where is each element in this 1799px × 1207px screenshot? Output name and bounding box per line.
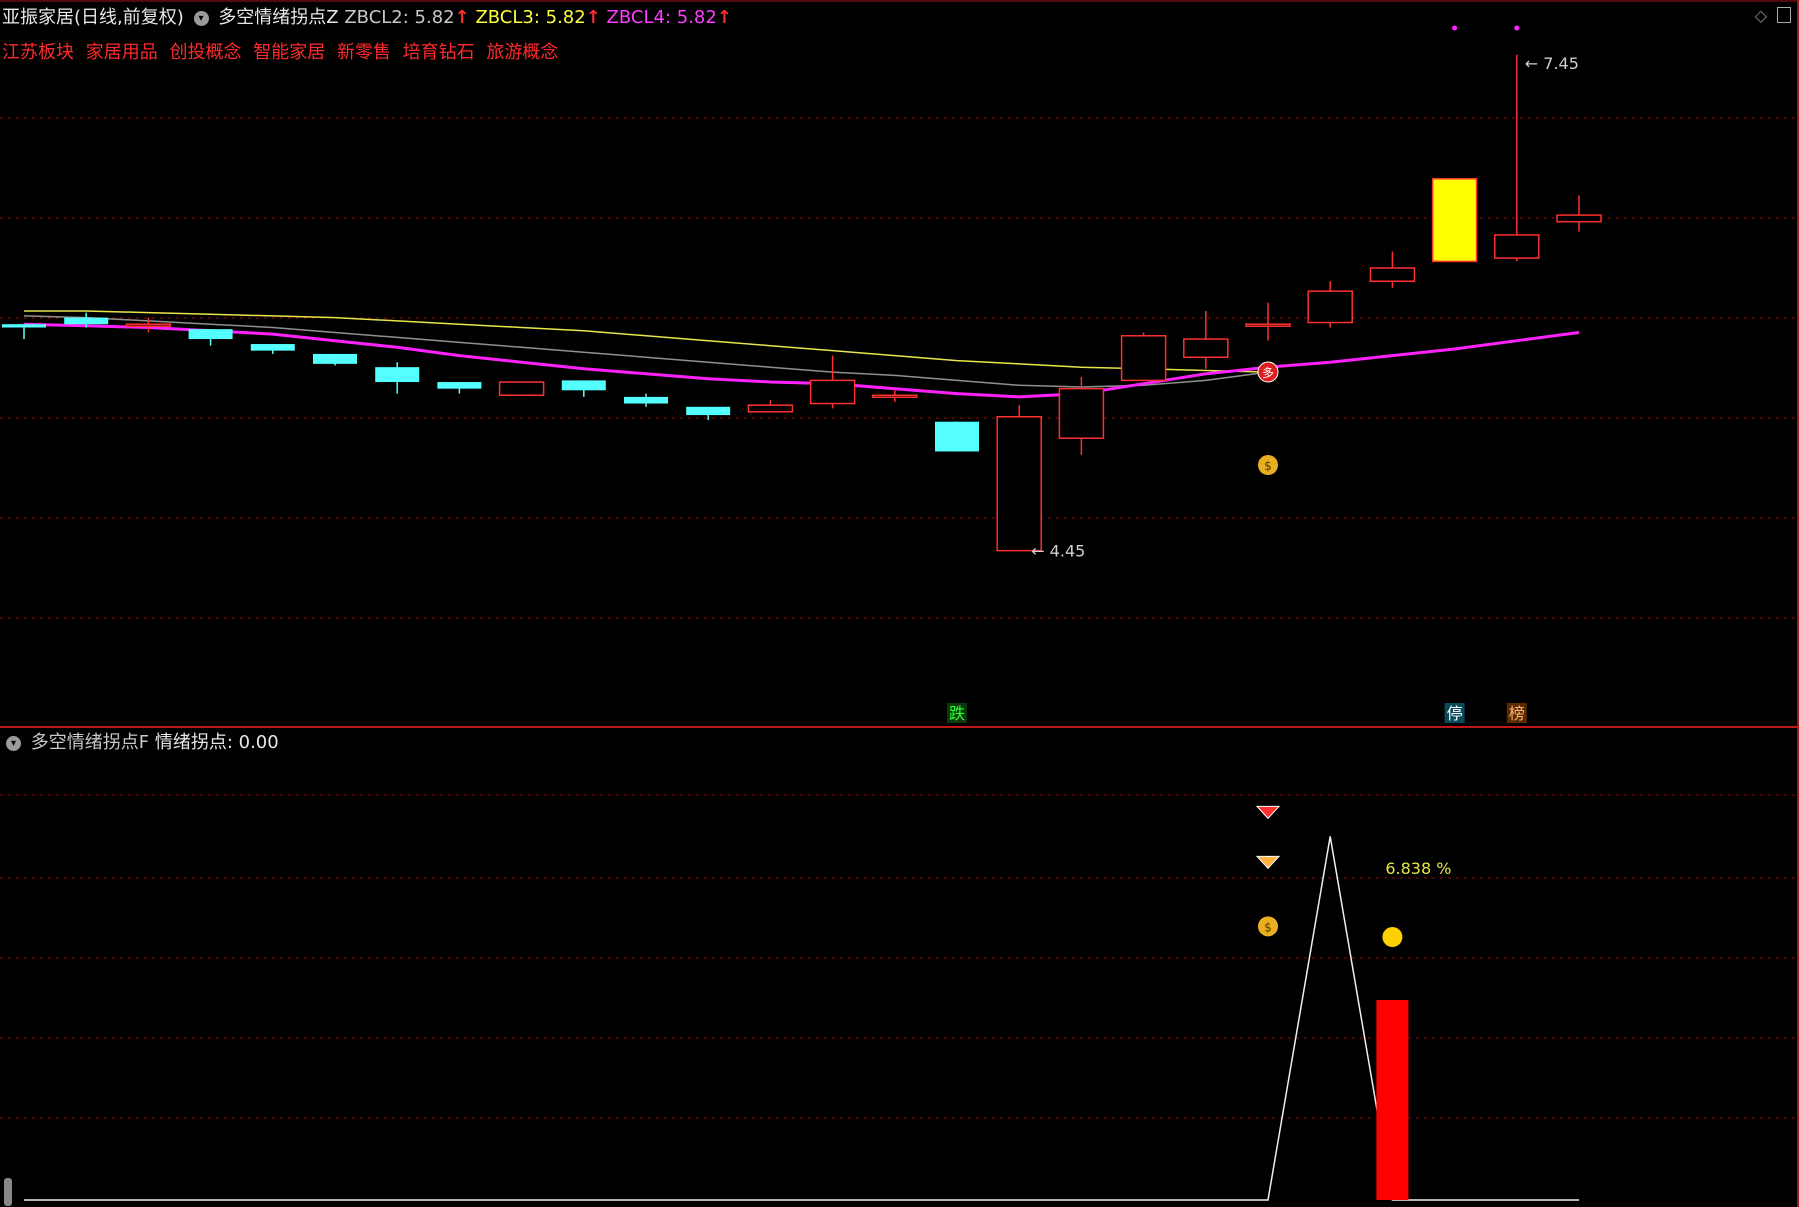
candle-body bbox=[313, 353, 357, 364]
candle bbox=[1245, 302, 1291, 341]
diamond-icon[interactable]: ◇ bbox=[1755, 6, 1767, 25]
candle bbox=[1431, 178, 1478, 263]
candle bbox=[624, 393, 668, 407]
emotion-pane: $6.838 % bbox=[4, 805, 1579, 1206]
ma-gray-line bbox=[23, 315, 1269, 388]
red-diamond-icon bbox=[1255, 805, 1281, 820]
candle-body bbox=[2, 324, 46, 328]
scroll-handle bbox=[4, 1178, 12, 1206]
candle-body bbox=[1494, 234, 1540, 259]
dot-marker bbox=[1452, 25, 1458, 31]
percent-label: 6.838 % bbox=[1385, 859, 1451, 878]
candle bbox=[437, 382, 482, 394]
candle bbox=[747, 400, 794, 413]
candle bbox=[1494, 54, 1540, 262]
sector-tag[interactable]: 智能家居 bbox=[253, 42, 325, 63]
candle bbox=[250, 344, 295, 354]
candle bbox=[2, 324, 46, 340]
stock-chart: ← 7.45 ← 4.45 多 $ 跌 停 榜 $6.838 % bbox=[0, 0, 1799, 1207]
up-arrow-icon: ↑ bbox=[454, 7, 470, 28]
low-annotation: ← 4.45 bbox=[1031, 542, 1085, 561]
indicator-name[interactable]: 多空情绪拐点Z bbox=[218, 7, 338, 28]
candle bbox=[872, 390, 918, 402]
die-marker: 跌 bbox=[949, 704, 965, 723]
moving-average-lines bbox=[23, 310, 1580, 399]
candle-body bbox=[1431, 178, 1478, 263]
candle-body bbox=[1369, 267, 1416, 282]
lower-header: ▾ 多空情绪拐点F 情绪拐点: 0.00 bbox=[2, 728, 279, 754]
dot-marker bbox=[1514, 25, 1520, 31]
candle bbox=[1058, 377, 1105, 455]
candle bbox=[561, 380, 606, 397]
ma-magenta-line bbox=[23, 322, 1580, 399]
duo-marker-label: 多 bbox=[1262, 366, 1274, 380]
sector-tag[interactable]: 创投概念 bbox=[169, 42, 241, 63]
ting-marker: 停 bbox=[1447, 704, 1463, 723]
bang-marker: 榜 bbox=[1509, 704, 1525, 723]
up-arrow-icon: ↑ bbox=[716, 7, 732, 28]
candle-body bbox=[1556, 214, 1602, 223]
candle-body bbox=[1120, 335, 1167, 382]
smile-icon bbox=[1382, 927, 1403, 947]
candle-body bbox=[1183, 338, 1229, 359]
candle-body bbox=[250, 344, 295, 351]
candle bbox=[935, 421, 979, 452]
candle-body bbox=[64, 317, 109, 325]
gold-diamond-icon bbox=[1255, 855, 1281, 870]
candle-body bbox=[935, 421, 979, 452]
candle-body bbox=[996, 416, 1042, 552]
candle bbox=[686, 406, 731, 421]
chevron-down-icon[interactable]: ▾ bbox=[6, 735, 21, 751]
money-bag-label: $ bbox=[1264, 459, 1272, 473]
candle bbox=[375, 362, 420, 394]
candles bbox=[2, 54, 1602, 552]
up-arrow-icon: ↑ bbox=[585, 7, 601, 28]
chart-header: 亚振家居(日线,前复权) ▾ 多空情绪拐点Z ZBCL2: 5.82↑ ZBCL… bbox=[2, 3, 732, 29]
candle bbox=[996, 405, 1042, 552]
high-annotation: ← 7.45 bbox=[1525, 54, 1579, 73]
sector-tag[interactable]: 旅游概念 bbox=[486, 42, 558, 63]
sector-tag[interactable]: 新零售 bbox=[337, 42, 391, 63]
emotion-bar bbox=[1376, 1000, 1409, 1200]
zbcl2-value: ZBCL2: 5.82 bbox=[344, 7, 455, 28]
candle bbox=[313, 353, 357, 366]
candle-body bbox=[498, 381, 545, 397]
candle-body bbox=[686, 406, 731, 416]
candle bbox=[188, 329, 233, 346]
lower-indicator-name[interactable]: 多空情绪拐点F bbox=[31, 732, 149, 753]
candle bbox=[1183, 310, 1229, 369]
candle bbox=[1120, 332, 1167, 382]
candle bbox=[1556, 195, 1602, 232]
sector-tag[interactable]: 江苏板块 bbox=[2, 42, 74, 63]
grid-lines bbox=[0, 0, 1799, 1207]
sector-tags: 江苏板块 家居用品 创投概念 智能家居 新零售 培育钻石 旅游概念 bbox=[2, 38, 564, 64]
emotion-line bbox=[24, 836, 1579, 1201]
candle-body bbox=[809, 379, 856, 405]
candle bbox=[498, 381, 545, 397]
candle-body bbox=[747, 404, 794, 413]
sector-tag[interactable]: 培育钻石 bbox=[403, 42, 475, 63]
sector-tag[interactable]: 家居用品 bbox=[86, 42, 158, 63]
chevron-down-icon[interactable]: ▾ bbox=[193, 10, 209, 26]
zbcl4-value: ZBCL4: 5.82 bbox=[606, 7, 717, 28]
candle-body bbox=[437, 382, 482, 389]
emotion-value: 情绪拐点: 0.00 bbox=[154, 732, 279, 753]
window-toggle-icon[interactable] bbox=[1777, 7, 1791, 23]
candle-body bbox=[1245, 323, 1291, 327]
candle bbox=[809, 355, 856, 409]
candle bbox=[1307, 281, 1353, 328]
candle-body bbox=[624, 396, 668, 404]
stock-title[interactable]: 亚振家居(日线,前复权) bbox=[2, 7, 184, 28]
candle bbox=[1369, 251, 1416, 288]
zbcl3-value: ZBCL3: 5.82 bbox=[475, 7, 586, 28]
candle-body bbox=[125, 323, 172, 327]
money-bag-label: $ bbox=[1264, 920, 1272, 934]
candle-body bbox=[1058, 387, 1105, 439]
candle-body bbox=[375, 367, 420, 383]
candle-body bbox=[188, 329, 233, 340]
candle-body bbox=[561, 380, 606, 391]
candle-body bbox=[1307, 290, 1353, 324]
candle-body bbox=[872, 394, 918, 399]
